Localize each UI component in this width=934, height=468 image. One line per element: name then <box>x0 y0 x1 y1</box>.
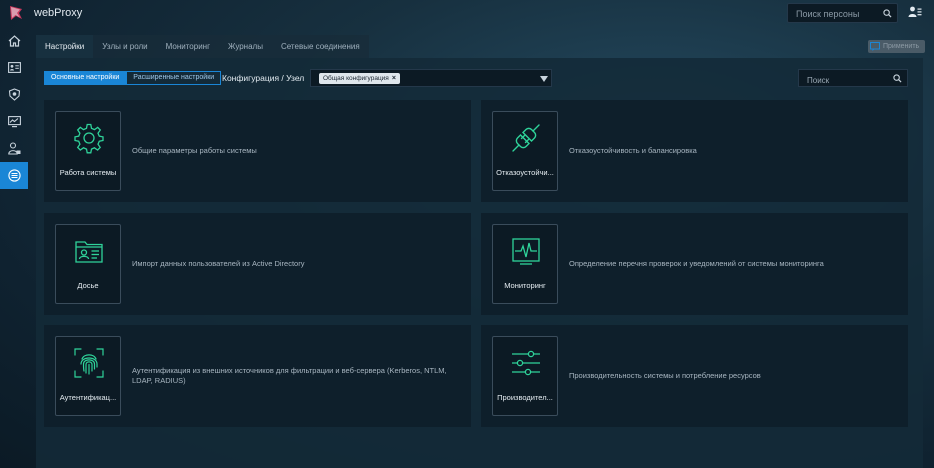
tab-monitoring[interactable]: Мониторинг <box>156 35 220 58</box>
app-title: webProxy <box>34 7 83 19</box>
chevron-down-icon[interactable] <box>540 76 548 82</box>
tile-system-operation[interactable]: Работа системы <box>55 111 121 191</box>
sidebar-item-users[interactable] <box>0 135 28 162</box>
tile-label: Мониторинг <box>504 281 546 290</box>
top-bar: webProxy <box>0 0 934 26</box>
monitor-chart-icon <box>7 115 21 127</box>
config-chip: Общая конфигурация × <box>319 73 400 84</box>
tile-label: Досье <box>77 281 99 290</box>
card-description: Общие параметры работы системы <box>132 146 257 155</box>
tile-label: Аутентификац... <box>59 393 117 402</box>
card-authentication: Аутентификац... Аутентификация из внешни… <box>44 325 471 427</box>
sidebar <box>0 26 28 468</box>
plug-icon <box>512 124 540 152</box>
sidebar-item-dossier[interactable] <box>0 54 28 81</box>
app-logo-icon[interactable] <box>7 4 25 22</box>
card-description: Отказоустойчивость и балансировка <box>569 146 697 155</box>
tile-label: Производител... <box>497 393 553 402</box>
tile-fault-tolerance[interactable]: Отказоустойчи... <box>492 111 558 191</box>
card-system-operation: Работа системы Общие параметры работы си… <box>44 100 471 202</box>
tab-network-connections[interactable]: Сетевые соединения <box>271 35 369 58</box>
tile-monitoring[interactable]: Мониторинг <box>492 224 558 304</box>
user-menu-icon[interactable] <box>908 6 922 18</box>
tab-nodes-roles[interactable]: Узлы и роли <box>93 35 157 58</box>
settings-search-input[interactable] <box>799 72 907 89</box>
sidebar-item-monitoring[interactable] <box>0 108 28 135</box>
tile-label: Работа системы <box>59 168 117 177</box>
card-fault-tolerance: Отказоустойчи... Отказоустойчивость и ба… <box>481 100 908 202</box>
basic-settings-button[interactable]: Основные настройки <box>44 71 127 85</box>
chip-remove-icon[interactable]: × <box>392 73 396 84</box>
tile-authentication[interactable]: Аутентификац... <box>55 336 121 416</box>
fingerprint-icon <box>74 348 104 378</box>
id-card-icon <box>7 62 21 73</box>
sliders-icon <box>512 350 540 376</box>
apply-button-label: Применить <box>883 43 920 50</box>
config-select[interactable]: Общая конфигурация × <box>310 69 552 87</box>
card-description: Аутентификация из внешних источников для… <box>132 366 447 385</box>
settings-mode-toggle: Основные настройки Расширенные настройки <box>44 71 222 85</box>
home-icon <box>8 34 20 47</box>
card-dossier: Досье Импорт данных пользователей из Act… <box>44 213 471 315</box>
user-lock-icon <box>7 142 20 155</box>
settings-search[interactable] <box>798 69 908 89</box>
card-description: Определение перечня проверок и уведомлен… <box>569 259 824 268</box>
gear-icon <box>74 123 104 154</box>
sidebar-item-settings[interactable] <box>0 162 28 189</box>
tile-dossier[interactable]: Досье <box>55 224 121 304</box>
pulse-monitor-icon <box>512 238 540 265</box>
apply-button[interactable]: Применить <box>868 40 925 53</box>
tab-logs[interactable]: Журналы <box>219 35 272 58</box>
advanced-settings-button[interactable]: Расширенные настройки <box>126 71 222 85</box>
badge-icon <box>8 88 20 101</box>
tab-settings[interactable]: Настройки <box>36 35 94 58</box>
card-monitoring: Мониторинг Определение перечня проверок … <box>481 213 908 315</box>
main-tabs: Настройки Узлы и роли Мониторинг Журналы… <box>36 35 369 58</box>
config-node-label: Конфигурация / Узел <box>222 73 305 83</box>
card-performance: Производител... Производительность систе… <box>481 325 908 427</box>
search-icon[interactable] <box>893 74 902 83</box>
card-description: Импорт данных пользователей из Active Di… <box>132 259 305 268</box>
tile-label: Отказоустойчи... <box>496 168 554 177</box>
person-search[interactable] <box>787 3 898 23</box>
tile-performance[interactable]: Производител... <box>492 336 558 416</box>
sidebar-item-badge[interactable] <box>0 81 28 108</box>
person-search-input[interactable] <box>788 5 897 23</box>
sidebar-item-home[interactable] <box>0 27 28 54</box>
card-description: Производительность системы и потребление… <box>569 371 761 380</box>
settings-list-icon <box>7 169 21 182</box>
apply-icon <box>870 42 880 51</box>
config-chip-label: Общая конфигурация <box>323 75 389 82</box>
user-folder-icon <box>75 241 103 263</box>
search-icon[interactable] <box>883 9 892 18</box>
